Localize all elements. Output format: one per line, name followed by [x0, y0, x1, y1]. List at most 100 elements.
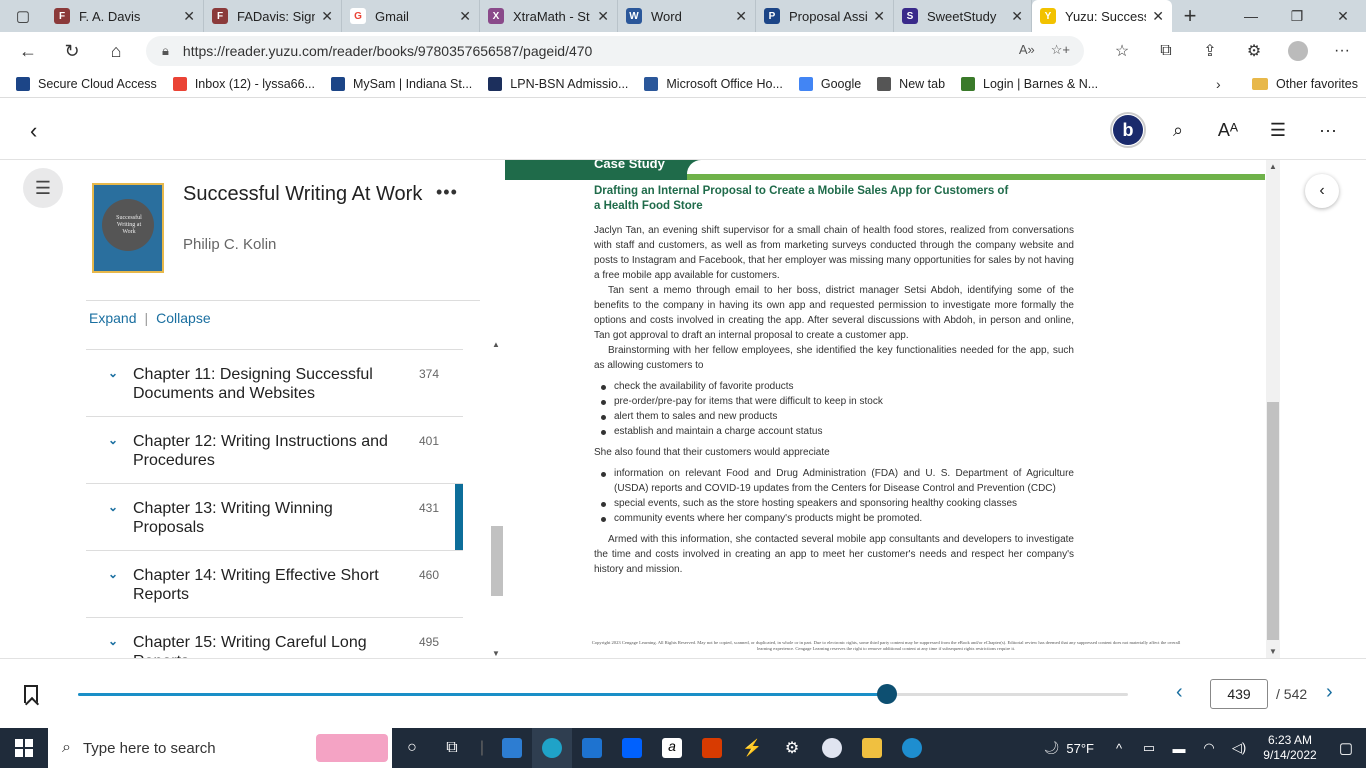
close-tab-icon[interactable]: ✕: [735, 8, 747, 25]
toc-chapter-item[interactable]: ⌄ Chapter 12: Writing Instructions and Pr…: [86, 417, 463, 484]
chevron-down-icon[interactable]: ⌄: [108, 433, 118, 447]
page-scrollbar[interactable]: ▲ ▼: [1266, 160, 1280, 658]
collapse-panel-button[interactable]: ‹: [1305, 174, 1339, 208]
favorite-link[interactable]: New tab: [869, 76, 953, 91]
toc-chapter-item[interactable]: ⌄ Chapter 14: Writing Effective Short Rep…: [86, 551, 463, 618]
bookmark-icon[interactable]: [24, 685, 38, 703]
expand-link[interactable]: Expand: [89, 310, 136, 326]
weather-icon[interactable]: 🌙︎: [1036, 740, 1066, 756]
favorite-link[interactable]: MySam | Indiana St...: [323, 76, 480, 91]
help-icon[interactable]: [892, 728, 932, 768]
browser-tab[interactable]: S SweetStudy ✕: [894, 0, 1032, 32]
scroll-up-icon[interactable]: ▲: [1269, 162, 1277, 171]
address-bar[interactable]: 🔒︎ https://reader.yuzu.com/reader/books/…: [146, 36, 1084, 66]
browser-tab[interactable]: Y Yuzu: Success ✕: [1032, 0, 1172, 32]
battery-icon[interactable]: ▬: [1164, 741, 1194, 756]
task-view-icon[interactable]: ⧉: [432, 728, 472, 768]
progress-thumb[interactable]: [876, 684, 897, 704]
close-tab-icon[interactable]: ✕: [1011, 8, 1023, 25]
start-button[interactable]: [0, 728, 48, 768]
browser-tab[interactable]: F FADavis: Sign ✕: [204, 0, 342, 32]
home-button[interactable]: ⌂: [94, 32, 138, 70]
text-size-icon[interactable]: Aᴬ: [1210, 120, 1246, 141]
extensions-icon[interactable]: ⚙: [1232, 41, 1276, 61]
clock[interactable]: 6:23 AM 9/14/2022: [1254, 733, 1326, 763]
browser-tab[interactable]: W Word ✕: [618, 0, 756, 32]
favorites-icon[interactable]: ☆: [1100, 41, 1144, 61]
book-more-icon[interactable]: •••: [436, 182, 458, 203]
toc-chapter-item[interactable]: ⌄ Chapter 13: Writing Winning Proposals 43…: [86, 484, 463, 551]
taskbar-search[interactable]: ⌕ Type here to search: [48, 728, 392, 768]
chevron-down-icon[interactable]: ⌄: [108, 634, 118, 648]
toc-chapter-item[interactable]: ⌄ Chapter 11: Designing Successful Docume…: [86, 350, 463, 417]
favorite-link[interactable]: Secure Cloud Access: [8, 76, 165, 91]
chevron-up-icon[interactable]: ^: [1104, 741, 1134, 756]
close-tab-icon[interactable]: ✕: [1152, 8, 1164, 25]
wifi-icon[interactable]: ◠: [1194, 740, 1224, 756]
scroll-down-icon[interactable]: ▼: [1269, 647, 1277, 656]
collections-icon[interactable]: ⧉: [1144, 42, 1188, 60]
next-page-icon[interactable]: ›: [1326, 681, 1333, 704]
back-button[interactable]: ←: [6, 32, 50, 70]
device-icon[interactable]: ▭: [1134, 740, 1164, 756]
toc-menu-button[interactable]: ☰: [23, 168, 63, 208]
settings-more-icon[interactable]: ···: [1320, 42, 1364, 60]
toc-chapter-item[interactable]: ⌄ Chapter 15: Writing Careful Long Report…: [86, 618, 463, 658]
favorite-link[interactable]: Google: [791, 76, 869, 91]
close-window-icon[interactable]: ✕: [1320, 0, 1366, 32]
page-number-input[interactable]: 439: [1210, 679, 1268, 709]
collapse-link[interactable]: Collapse: [156, 310, 210, 326]
mail-icon[interactable]: [572, 728, 612, 768]
favorite-link[interactable]: LPN-BSN Admissio...: [480, 76, 636, 91]
scroll-up-icon[interactable]: ▲: [492, 340, 500, 349]
search-icon[interactable]: ⌕: [1160, 120, 1196, 141]
toc-scroll-thumb[interactable]: [491, 526, 503, 596]
chevron-down-icon[interactable]: ⌄: [108, 366, 118, 380]
refresh-button[interactable]: ↻: [50, 32, 94, 70]
toc-scrollbar[interactable]: ▲ ▼: [490, 340, 504, 658]
browser-tab[interactable]: P Proposal Assi ✕: [756, 0, 894, 32]
new-tab-button[interactable]: +: [1172, 3, 1208, 29]
restore-icon[interactable]: ❐: [1274, 0, 1320, 32]
dropbox-icon[interactable]: [612, 728, 652, 768]
share-icon[interactable]: ⇪: [1188, 41, 1232, 61]
other-favorites[interactable]: Other favorites: [1252, 77, 1358, 91]
more-options-icon[interactable]: ···: [1310, 120, 1346, 141]
cortana-icon[interactable]: ○: [392, 728, 432, 768]
close-tab-icon[interactable]: ✕: [459, 8, 471, 25]
favorite-link[interactable]: Login | Barnes & N...: [953, 76, 1106, 91]
settings-icon[interactable]: ⚙: [772, 728, 812, 768]
page-scroll-thumb[interactable]: [1267, 402, 1279, 640]
minimize-icon[interactable]: —: [1228, 0, 1274, 32]
browser-tab[interactable]: F F. A. Davis ✕: [46, 0, 204, 32]
favorites-overflow-icon[interactable]: ›: [1216, 76, 1221, 92]
office-icon[interactable]: [692, 728, 732, 768]
reading-list-icon[interactable]: ☰: [1260, 120, 1296, 141]
temperature[interactable]: 57°F: [1066, 741, 1094, 756]
read-aloud-icon[interactable]: A»: [1019, 42, 1035, 58]
chevron-down-icon[interactable]: ⌄: [108, 567, 118, 581]
tab-actions-icon[interactable]: ▢: [0, 0, 46, 32]
close-tab-icon[interactable]: ✕: [597, 8, 609, 25]
browser-tab[interactable]: G Gmail ✕: [342, 0, 480, 32]
add-favorite-icon[interactable]: ☆+: [1051, 42, 1070, 58]
edge-icon[interactable]: [532, 728, 572, 768]
chevron-down-icon[interactable]: ⌄: [108, 500, 118, 514]
file-explorer-icon[interactable]: [852, 728, 892, 768]
volume-icon[interactable]: ◁): [1224, 740, 1254, 756]
previous-page-icon[interactable]: ‹: [1176, 681, 1183, 704]
bing-button[interactable]: b: [1110, 112, 1146, 148]
paint-icon[interactable]: [812, 728, 852, 768]
amazon-icon[interactable]: a: [652, 728, 692, 768]
power-automate-icon[interactable]: ⚡: [732, 728, 772, 768]
close-tab-icon[interactable]: ✕: [873, 8, 885, 25]
profile-avatar[interactable]: [1276, 41, 1320, 61]
scroll-down-icon[interactable]: ▼: [492, 649, 500, 658]
close-tab-icon[interactable]: ✕: [321, 8, 333, 25]
store-icon[interactable]: [492, 728, 532, 768]
reader-back-icon[interactable]: ‹: [30, 118, 37, 144]
close-tab-icon[interactable]: ✕: [183, 8, 195, 25]
favorite-link[interactable]: Inbox (12) - lyssa66...: [165, 76, 323, 91]
browser-tab[interactable]: X XtraMath - St ✕: [480, 0, 618, 32]
notification-icon[interactable]: ▢: [1326, 739, 1366, 757]
